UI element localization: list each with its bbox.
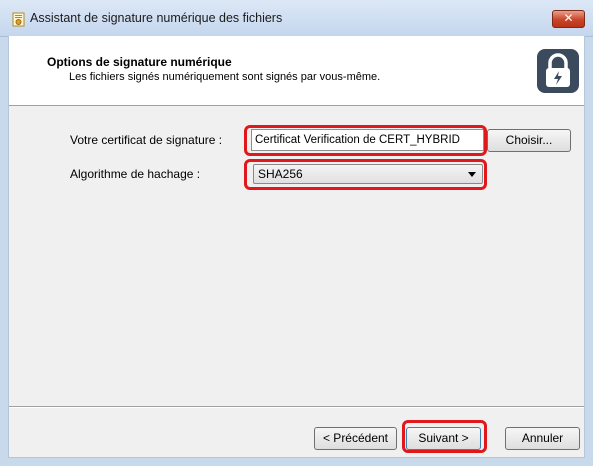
hash-algorithm-select[interactable]: SHA256 [253,164,483,184]
lock-icon [537,49,579,93]
chevron-down-icon[interactable] [468,172,476,177]
page-title: Options de signature numérique [47,55,232,69]
certificate-field[interactable]: Certificat Verification de CERT_HYBRID [251,129,484,151]
certificate-icon [12,12,25,27]
close-button[interactable]: ✕ [552,10,585,28]
wizard-header: Options de signature numérique Les fichi… [9,36,584,106]
page-subtitle: Les fichiers signés numériquement sont s… [69,71,381,83]
hash-algorithm-value: SHA256 [258,167,303,181]
certificate-label: Votre certificat de signature : [70,133,223,147]
title-bar[interactable]: Assistant de signature numérique des fic… [0,0,593,37]
wizard-content: Options de signature numérique Les fichi… [8,36,585,458]
wizard-window: Assistant de signature numérique des fic… [0,0,593,466]
hash-algorithm-label: Algorithme de hachage : [70,167,201,181]
footer-divider [9,406,584,408]
previous-button[interactable]: < Précédent [314,427,397,450]
window-title: Assistant de signature numérique des fic… [30,11,283,25]
choose-certificate-button[interactable]: Choisir... [487,129,571,152]
cancel-button[interactable]: Annuler [505,427,580,450]
next-button[interactable]: Suivant > [406,427,481,450]
